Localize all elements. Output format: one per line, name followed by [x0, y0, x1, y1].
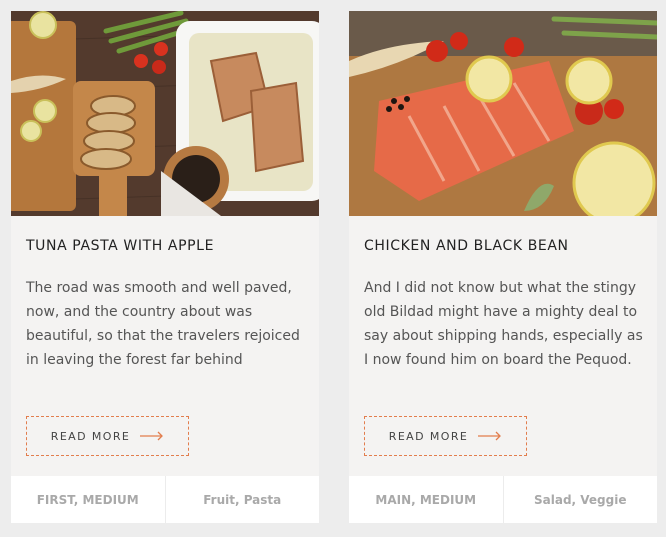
read-more-button[interactable]: READ MORE — [26, 416, 189, 456]
read-more-button[interactable]: READ MORE — [364, 416, 527, 456]
recipe-course-level-text: MAIN, MEDIUM — [375, 492, 477, 507]
recipe-image[interactable] — [11, 11, 319, 216]
arrow-right-icon — [140, 431, 164, 441]
recipe-title[interactable]: CHICKEN AND BLACK BEAN — [364, 238, 569, 254]
read-more-label: READ MORE — [50, 429, 131, 443]
recipe-description: And I did not know but what the stingy o… — [364, 280, 643, 368]
recipe-tags-text: Salad, Veggie — [534, 492, 627, 507]
recipe-grid: TUNA PASTA WITH APPLE The road was smoot… — [0, 0, 666, 537]
recipe-title[interactable]: TUNA PASTA WITH APPLE — [26, 238, 214, 254]
recipe-card: CHICKEN AND BLACK BEAN And I did not kno… — [349, 11, 657, 523]
recipe-description: The road was smooth and well paved, now,… — [26, 280, 300, 368]
recipe-tags[interactable]: Fruit, Pasta — [164, 476, 320, 523]
recipe-tags-text: Fruit, Pasta — [203, 492, 282, 507]
recipe-photo-fish-dish — [11, 11, 319, 216]
read-more-label: READ MORE — [388, 429, 469, 443]
recipe-photo-salmon — [349, 11, 657, 216]
recipe-meta: MAIN, MEDIUM Salad, Veggie — [349, 476, 657, 523]
recipe-course-level[interactable]: FIRST, MEDIUM — [11, 476, 165, 523]
recipe-tags[interactable]: Salad, Veggie — [502, 476, 658, 523]
recipe-course-level-text: FIRST, MEDIUM — [36, 492, 139, 507]
recipe-meta: FIRST, MEDIUM Fruit, Pasta — [11, 476, 319, 523]
recipe-card: TUNA PASTA WITH APPLE The road was smoot… — [11, 11, 319, 523]
arrow-right-icon — [478, 431, 502, 441]
recipe-course-level[interactable]: MAIN, MEDIUM — [349, 476, 503, 523]
recipe-image[interactable] — [349, 11, 657, 216]
